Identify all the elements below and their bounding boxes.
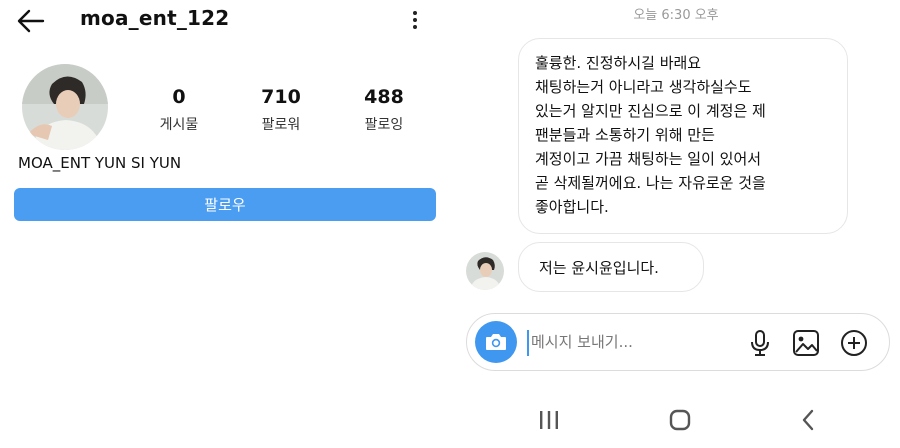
nav-back-icon[interactable] (800, 408, 816, 432)
stat-value: 710 (261, 86, 301, 108)
stat-posts: 0 게시물 (134, 86, 224, 134)
chat-timestamp: 오늘 6:30 오후 (633, 8, 719, 23)
home-icon[interactable] (668, 408, 692, 432)
image-icon[interactable] (791, 328, 821, 358)
stat-label: 팔로잉 (364, 117, 404, 133)
profile-avatar[interactable] (22, 64, 108, 150)
message-line: 팬분들과 소통하기 위해 만든 (535, 126, 715, 144)
stat-following[interactable]: 488 팔로잉 (339, 86, 429, 134)
message-line: 계정이고 가끔 채팅하는 일이 있어서 (535, 150, 762, 168)
stat-value: 0 (172, 86, 186, 108)
message-line: 곧 삭제될꺼에요. 나는 자유로운 것을 (535, 174, 766, 192)
message-line: 있는거 알지만 진심으로 이 계정은 제 (535, 102, 766, 120)
message-bubble[interactable]: 저는 윤시윤입니다. (518, 242, 704, 292)
message-input[interactable] (531, 326, 701, 358)
follow-button[interactable]: 팔로우 (14, 188, 436, 221)
stat-followers[interactable]: 710 팔로워 (236, 86, 326, 134)
stat-label: 게시물 (159, 117, 199, 133)
stat-value: 488 (364, 86, 404, 108)
sender-avatar[interactable] (466, 252, 504, 290)
message-line: 채팅하는거 아니라고 생각하실수도 (535, 78, 752, 96)
message-composer (466, 313, 890, 371)
more-vertical-icon[interactable] (408, 8, 422, 34)
chat-screen: 오늘 6:30 오후 훌륭한. 진정하시길 바래요 채팅하는거 아니라고 생각하… (452, 0, 900, 448)
profile-username: moa_ent_122 (80, 6, 230, 30)
message-text: 저는 윤시윤입니다. (539, 258, 659, 277)
recent-apps-icon[interactable] (538, 408, 560, 432)
stat-label: 팔로워 (261, 117, 301, 133)
back-arrow-icon[interactable] (16, 8, 46, 34)
profile-display-name: MOA_ENT YUN SI YUN (18, 154, 182, 172)
microphone-icon[interactable] (745, 328, 775, 358)
profile-screen: moa_ent_122 0 게시물 710 팔로워 488 팔로잉 MOA_EN… (0, 0, 452, 448)
message-line: 좋아합니다. (535, 198, 609, 216)
message-bubble[interactable]: 훌륭한. 진정하시길 바래요 채팅하는거 아니라고 생각하실수도 있는거 알지만… (518, 38, 848, 234)
add-circle-icon[interactable] (839, 328, 869, 358)
message-line: 훌륭한. 진정하시길 바래요 (535, 54, 702, 72)
camera-icon[interactable] (475, 321, 517, 363)
text-cursor (527, 330, 529, 356)
